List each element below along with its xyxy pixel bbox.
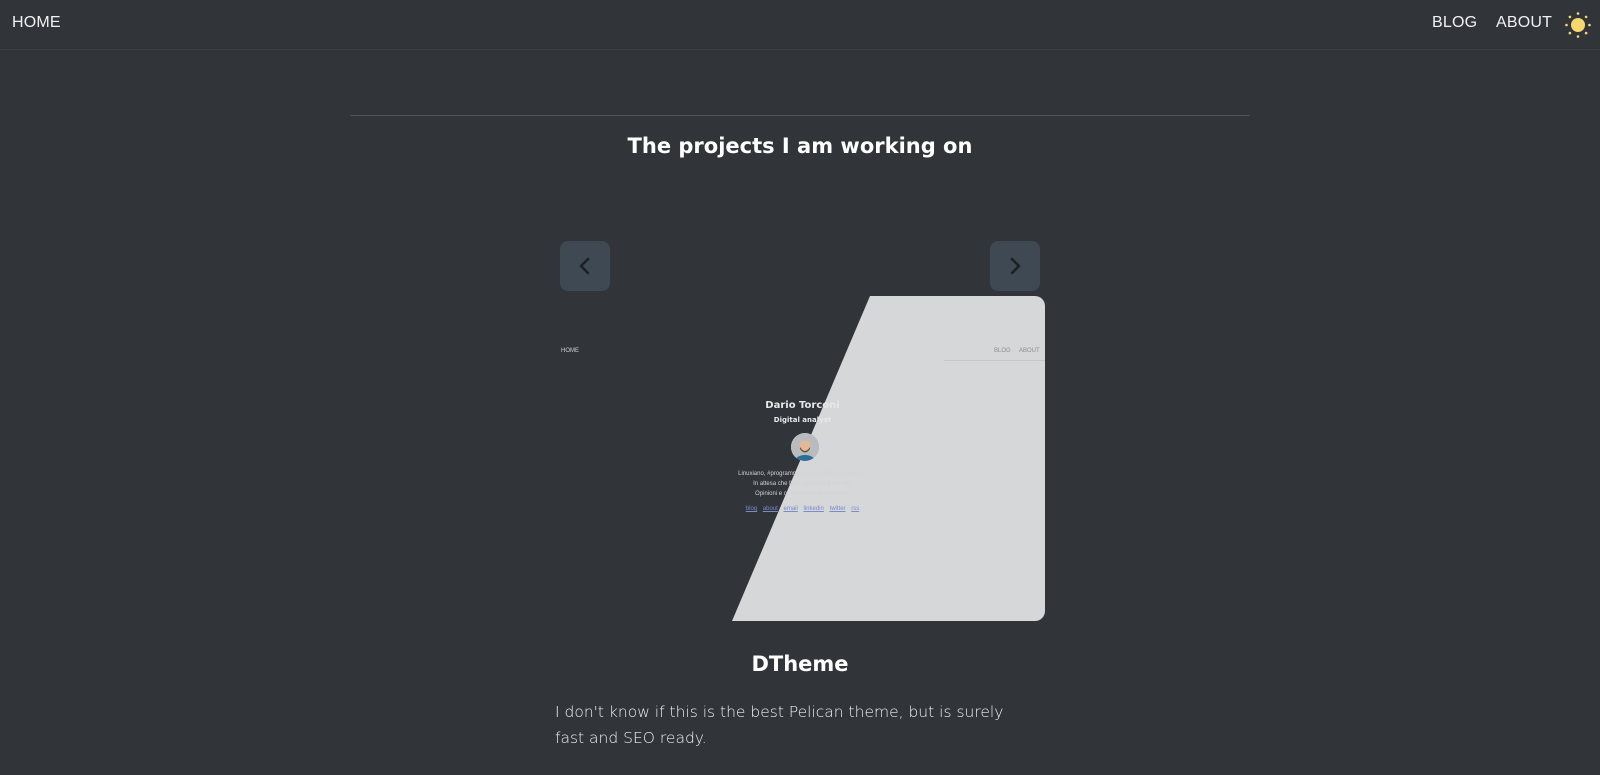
nav-about-link[interactable]: ABOUT [1496, 14, 1552, 32]
preview-bio-line-3: Opinioni e considerazioni personali. [755, 491, 850, 497]
preview-role: Digital analyst [773, 416, 832, 424]
nav-blog-link[interactable]: BLOG [1432, 14, 1477, 32]
preview-link: email [783, 506, 798, 512]
project-title: DTheme [751, 652, 849, 676]
preview-nav-divider [944, 360, 1045, 361]
section-title: The projects I am working on [627, 134, 973, 158]
project-description: I don't know if this is the best Pelican… [555, 703, 1004, 747]
sun-icon[interactable] [1564, 11, 1592, 39]
carousel-next-button[interactable] [990, 241, 1040, 291]
preview-avatar [791, 433, 819, 461]
preview-nav-about: ABOUT [1019, 348, 1040, 354]
preview-bio-line-2: In attesa che l'A.I. conquisti il mondo. [753, 481, 852, 487]
preview-name: Dario Torconi [765, 400, 840, 411]
preview-bio-line-1: Linuxiano, #programmazione, #dati e #ana… [738, 471, 867, 477]
preview-links: blog about email linkedin twitter rss [560, 506, 1045, 512]
preview-link: blog [745, 506, 758, 512]
nav-home-link[interactable]: HOME [12, 14, 61, 32]
preview-link: about [762, 506, 778, 512]
carousel-prev-button[interactable] [560, 241, 610, 291]
chevron-right-icon [1010, 257, 1021, 275]
preview-link: twitter [829, 506, 846, 512]
section-divider [350, 115, 1250, 116]
chevron-left-icon [579, 257, 590, 275]
preview-link: linkedin [803, 506, 824, 512]
top-navbar: HOME BLOG ABOUT [0, 0, 1600, 50]
preview-link: rss [851, 506, 860, 512]
preview-nav-home: HOME [561, 348, 579, 354]
project-preview-image[interactable]: HOME BLOG ABOUT Dario Torconi Digital an… [560, 296, 1045, 621]
preview-nav-blog: BLOG [994, 348, 1011, 354]
